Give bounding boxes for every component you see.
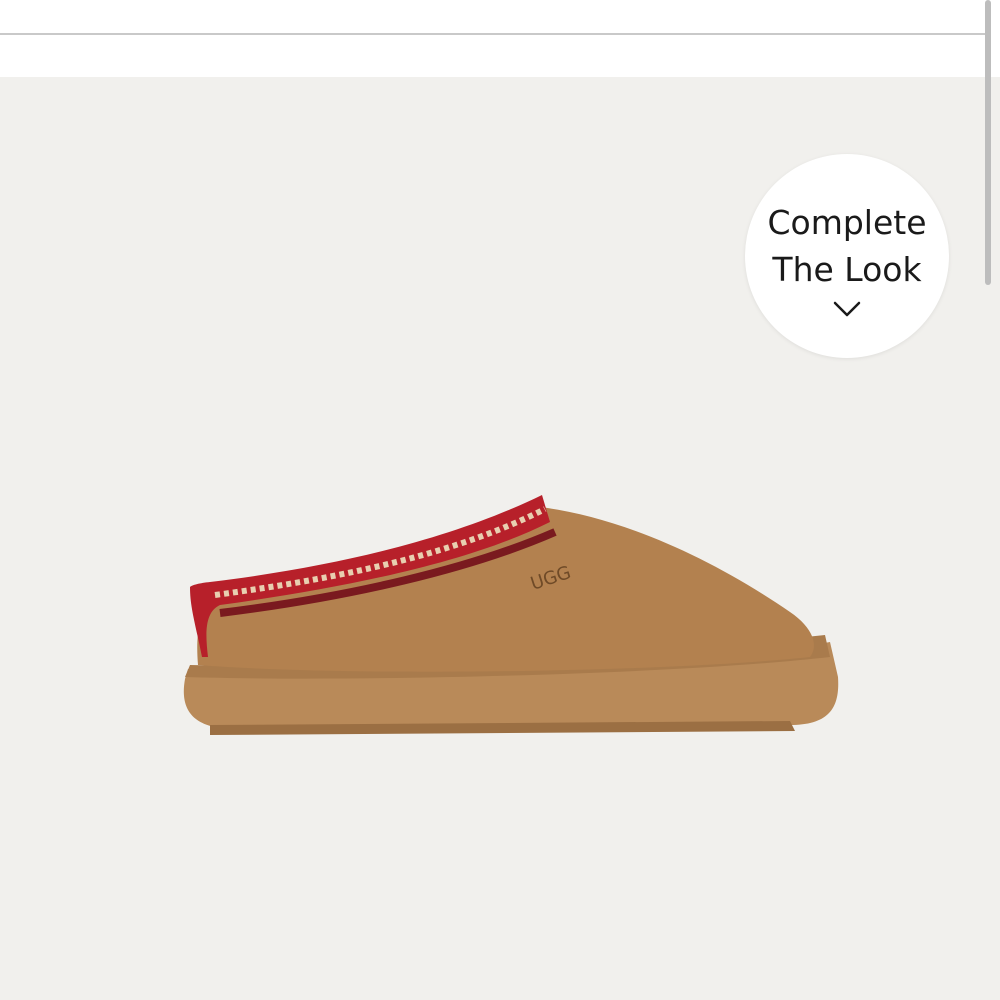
top-divider bbox=[0, 33, 990, 35]
scrollbar-thumb[interactable] bbox=[985, 0, 991, 285]
complete-the-look-button[interactable]: Complete The Look bbox=[745, 154, 949, 358]
chevron-down-icon bbox=[833, 301, 861, 317]
slipper-image: UGG bbox=[183, 495, 839, 735]
product-page: UGG Complete The Look bbox=[0, 0, 1000, 1000]
top-bar bbox=[0, 0, 1000, 34]
scrollbar[interactable] bbox=[980, 0, 1000, 1000]
complete-the-look-label: Complete The Look bbox=[767, 203, 927, 289]
